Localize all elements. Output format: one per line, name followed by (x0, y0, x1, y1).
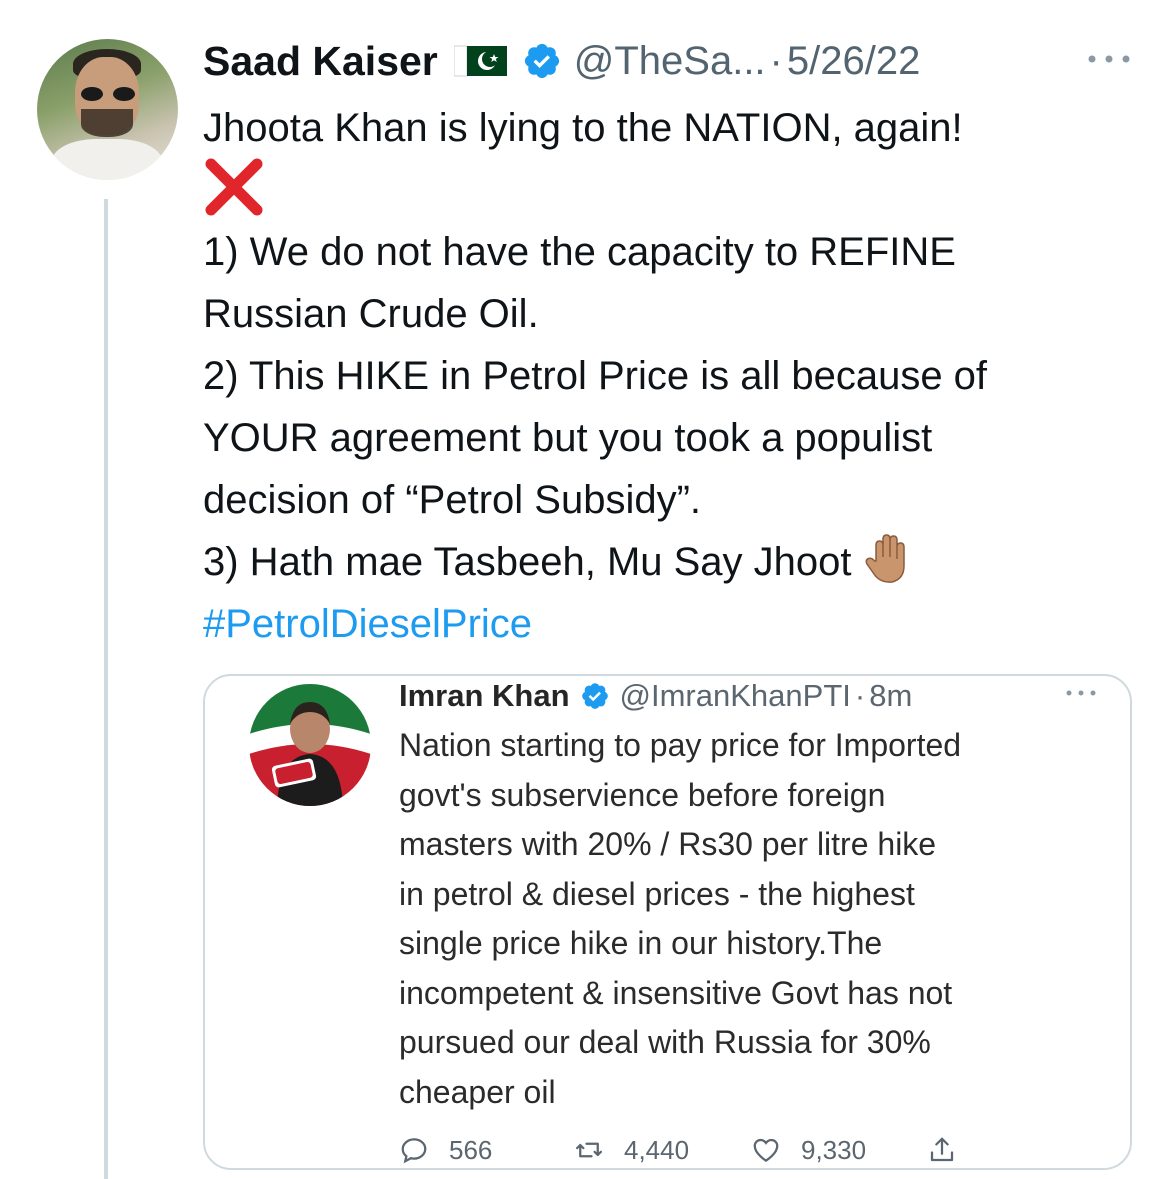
quoted-author-name[interactable]: Imran Khan (399, 678, 570, 714)
share-button[interactable] (927, 1135, 977, 1165)
thread-line (104, 199, 108, 1179)
quoted-tweet-line: cheaper oil (399, 1073, 556, 1110)
verified-badge-icon (524, 43, 559, 79)
pakistan-flag-icon (453, 45, 508, 77)
quoted-header-separator: · (854, 678, 866, 713)
like-icon (753, 1138, 779, 1162)
quoted-tweet-line: masters with 20% / Rs30 per litre hike (399, 826, 937, 862)
header-separator: · (769, 38, 783, 83)
quoted-tweet-header: Imran Khan @ImranKhanPTI · 8m (399, 676, 912, 716)
quoted-tweet-line: pursued our deal with Russia for 30% (399, 1024, 931, 1060)
reply-button[interactable]: 566 (399, 1135, 574, 1166)
author-avatar[interactable] (37, 39, 178, 180)
quoted-tweet-line: incompetent & insensitive Govt has not (399, 974, 953, 1011)
quoted-tweet-line: single price hike in our history.The (399, 925, 883, 961)
tweet-body: Jhoota Khan is lying to the NATION, agai… (203, 97, 1153, 655)
tweet-line: 1) We do not have the capacity to REFINE (203, 230, 956, 274)
more-options-icon[interactable] (1086, 50, 1132, 68)
reply-count: 566 (449, 1134, 493, 1165)
tweet-line: YOUR agreement but you took a populist (203, 416, 933, 460)
cross-mark-line (203, 158, 1153, 221)
verified-badge-icon (581, 683, 608, 709)
tweet-line: 3) Hath mae Tasbeeh, Mu Say Jhoot (203, 540, 852, 584)
tweet-line: decision of “Petrol Subsidy”. (203, 478, 702, 522)
author-handle[interactable]: @TheSa... (574, 39, 766, 84)
tweet-last-line: 3) Hath mae Tasbeeh, Mu Say Jhoot (203, 531, 1153, 593)
tweet-line: 2) This HIKE in Petrol Price is all beca… (203, 354, 988, 398)
retweet-button[interactable]: 4,440 (574, 1135, 751, 1166)
quoted-author-handle[interactable]: @ImranKhanPTI (620, 678, 851, 714)
share-icon (930, 1137, 954, 1162)
reply-icon (401, 1138, 427, 1164)
quoted-tweet-line: Nation starting to pay price for Importe… (399, 727, 962, 763)
more-options-icon[interactable] (1065, 686, 1097, 700)
retweet-icon (576, 1142, 602, 1158)
quoted-tweet-line: govt's subservience before foreign (399, 776, 886, 813)
quoted-tweet-time[interactable]: 8m (869, 678, 912, 714)
hashtag-link[interactable]: #PetrolDieselPrice (203, 593, 1153, 655)
quoted-tweet-actions: 566 4,440 9,330 (399, 1130, 977, 1170)
tweet-header: Saad Kaiser @TheSa... · 5/26/22 (203, 36, 920, 86)
retweet-count: 4,440 (624, 1134, 690, 1165)
tweet-date[interactable]: 5/26/22 (787, 39, 920, 84)
raised-hand-icon (865, 534, 905, 583)
like-count: 9,330 (801, 1134, 867, 1165)
quoted-author-avatar[interactable] (249, 684, 371, 806)
tweet-line: Jhoota Khan is lying to the NATION, agai… (203, 106, 963, 150)
quoted-tweet-line: in petrol & diesel prices - the highest (399, 875, 915, 912)
quoted-tweet-body: Nation starting to pay price for Importe… (399, 721, 1109, 1117)
cross-mark-icon (205, 158, 263, 216)
like-button[interactable]: 9,330 (751, 1135, 927, 1166)
author-name[interactable]: Saad Kaiser (203, 38, 438, 85)
tweet-line: Russian Crude Oil. (203, 292, 539, 336)
quoted-tweet-card[interactable]: Imran Khan @ImranKhanPTI · 8m Nation sta… (203, 674, 1132, 1170)
